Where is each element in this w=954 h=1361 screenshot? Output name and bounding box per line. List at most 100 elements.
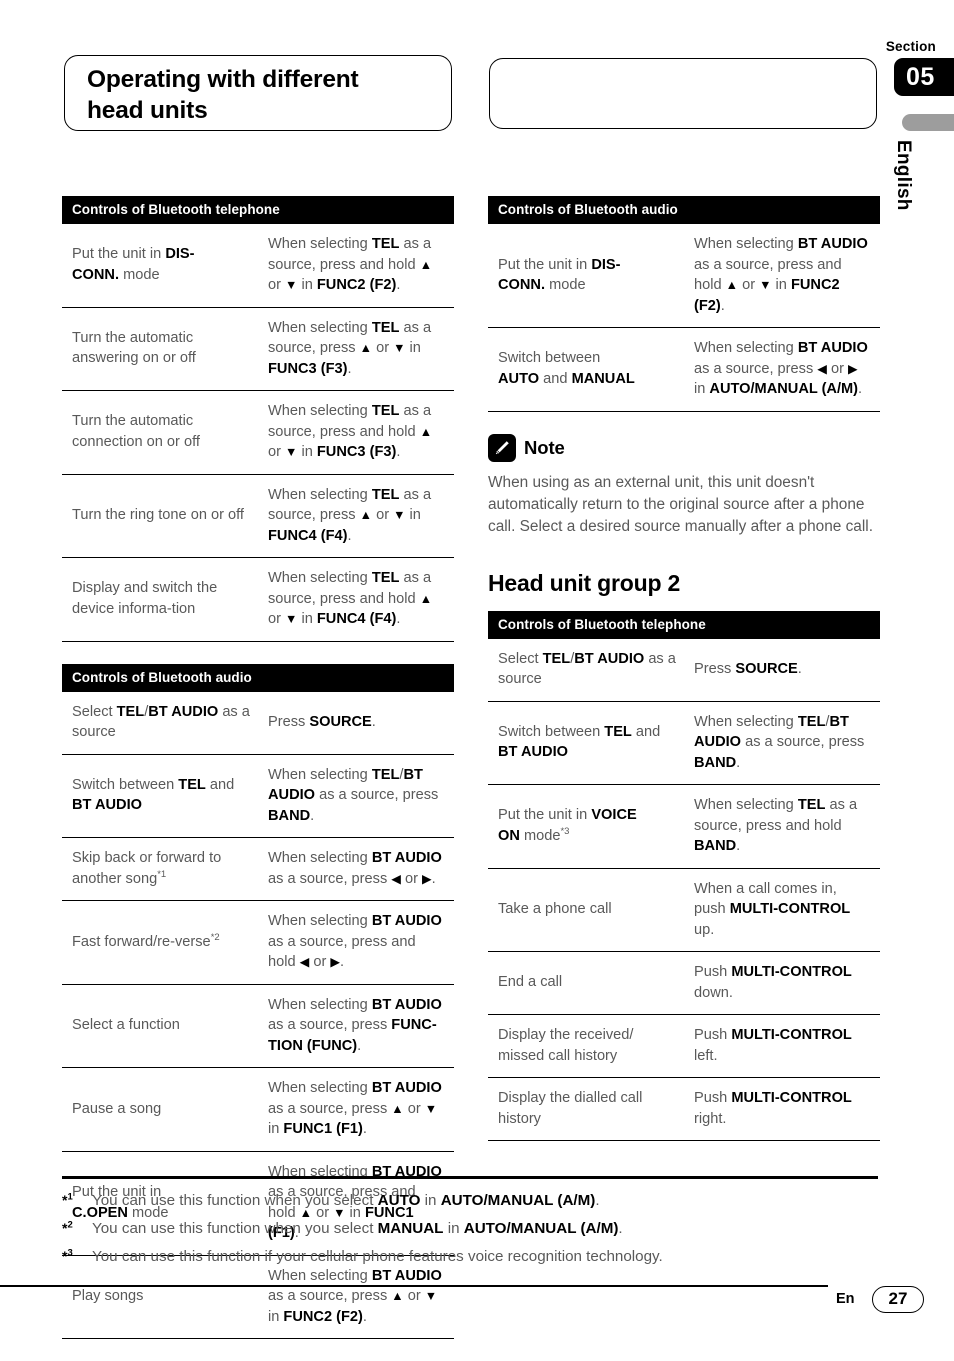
- control-action-cell: End a call: [488, 951, 684, 1015]
- control-operation-cell: When selecting BT AUDIO as a source, pre…: [258, 837, 454, 901]
- emphasis-text: BT AUDIO: [371, 996, 442, 1013]
- emphasis-text: TEL: [371, 236, 400, 252]
- control-action-cell: Fast forward/re-verse*2: [62, 900, 258, 985]
- direction-arrow-icon: ▲: [419, 591, 433, 606]
- emphasis-text: TEL: [542, 650, 571, 667]
- emphasis-text: BT AUDIO: [694, 713, 849, 751]
- table-header-row: Controls of Bluetooth telephone: [62, 196, 454, 224]
- table-body: Controls of Bluetooth telephone: [62, 196, 454, 224]
- control-operation-cell: When selecting TEL as a source, press an…: [258, 557, 454, 642]
- emphasis-text: DIS-: [591, 256, 621, 273]
- direction-arrow-icon: ◀: [817, 361, 827, 376]
- control-operation-cell: When selecting TEL/BT AUDIO as a source,…: [258, 754, 454, 838]
- footnote-item: *2 You can use this function when you sel…: [62, 1216, 882, 1241]
- direction-arrow-icon: ▼: [285, 278, 298, 292]
- emphasis-text: CONN.: [72, 266, 120, 283]
- emphasis-text: FUNC4 (F4): [316, 611, 397, 627]
- table-row: Switch between TEL and BT AUDIO When sele…: [62, 754, 454, 838]
- control-operation-cell: When selecting TEL as a source, press ▲ …: [258, 307, 454, 391]
- emphasis-text: MULTI-CONTROL: [731, 1090, 852, 1106]
- emphasis-text: BAND: [268, 807, 311, 824]
- control-action-cell: Turn the automatic connection on or off: [62, 390, 258, 475]
- emphasis-text: SOURCE: [309, 713, 372, 730]
- language-label: English: [893, 140, 914, 211]
- emphasis-text: FUNC-TION (FUNC): [268, 1017, 437, 1054]
- control-operation-cell: When selecting BT AUDIO as a source, pre…: [258, 900, 454, 985]
- table-row: Switch between AUTO and MANUAL When selec…: [488, 327, 880, 412]
- direction-arrow-icon: ▲: [359, 508, 373, 522]
- table-bluetooth-telephone-right: Controls of Bluetooth telephone Select T…: [488, 610, 880, 1141]
- emphasis-text: AUTO: [377, 1192, 421, 1209]
- footnote-separator: [62, 1176, 878, 1179]
- direction-arrow-icon: ▼: [285, 612, 298, 626]
- control-operation-cell: When selecting TEL as a source, press an…: [258, 224, 454, 308]
- emphasis-text: BT AUDIO: [371, 913, 442, 929]
- direction-arrow-icon: ▲: [359, 341, 373, 355]
- table-row: Pause a song When selecting BT AUDIO as a…: [62, 1067, 454, 1152]
- footer-language-code: En: [836, 1291, 855, 1307]
- direction-arrow-icon: ▼: [285, 445, 298, 459]
- footnote-reference: *3: [560, 825, 570, 837]
- emphasis-text: ON: [498, 827, 520, 844]
- footnote-marker: *3: [62, 1247, 73, 1264]
- emphasis-text: TEL: [371, 319, 400, 336]
- emphasis-text: AUTO/MANUAL (A/M): [440, 1192, 596, 1209]
- direction-arrow-icon: ▲: [391, 1101, 404, 1116]
- direction-arrow-icon: ▲: [419, 424, 433, 439]
- table-rows: Put the unit in DIS- CONN. mode When selec…: [62, 224, 454, 642]
- direction-arrow-icon: ▼: [393, 341, 406, 355]
- section-number-chip: 05: [894, 58, 954, 96]
- emphasis-text: MULTI-CONTROL: [731, 964, 852, 980]
- table-row: Put the unit in DIS- CONN. mode When selec…: [62, 224, 454, 308]
- table-row: Turn the ring tone on or off When selecti…: [62, 474, 454, 558]
- emphasis-text: DIS-: [165, 246, 195, 263]
- control-action-cell: Switch between AUTO and MANUAL: [488, 327, 684, 412]
- chapter-title-line1: Operating with different: [87, 66, 359, 93]
- manual-page: Section 05 English Operating with differ…: [0, 0, 954, 1352]
- emphasis-text: BT AUDIO: [371, 850, 442, 866]
- emphasis-text: BAND: [694, 754, 737, 771]
- control-action-cell: Turn the automatic answering on or off: [62, 307, 258, 391]
- control-operation-cell: When a call comes in, push MULTI-CONTROL…: [684, 868, 880, 952]
- section-label: Section: [885, 39, 936, 54]
- control-action-cell: Display the received/ missed call histor…: [488, 1014, 684, 1078]
- language-tab-bar: [902, 114, 954, 131]
- control-action-cell: Pause a song: [62, 1067, 258, 1152]
- table-body: Controls of Bluetooth audio: [62, 663, 454, 692]
- emphasis-text: BT AUDIO: [148, 703, 219, 720]
- pencil-icon: [488, 433, 516, 462]
- direction-arrow-icon: ◀: [391, 871, 401, 886]
- footnote-marker: *1: [62, 1191, 73, 1208]
- control-action-cell: Select TEL/BT AUDIO as a source: [62, 691, 258, 755]
- emphasis-text: BT AUDIO: [72, 797, 142, 814]
- footnote-text: You can use this function when you selec…: [92, 1192, 600, 1209]
- emphasis-text: VOICE: [591, 807, 637, 824]
- table-bluetooth-audio-right: Controls of Bluetooth audio Put the unit…: [488, 196, 880, 412]
- emphasis-text: AUTO: [498, 370, 540, 387]
- footnote-reference: *1: [157, 868, 167, 880]
- control-action-cell: Take a phone call: [488, 868, 684, 952]
- empty-title-box: [489, 58, 877, 129]
- table-row: Fast forward/re-verse*2 When selecting BT…: [62, 900, 454, 985]
- emphasis-text: BT AUDIO: [574, 650, 645, 667]
- table-header-cell: Controls of Bluetooth audio: [62, 663, 454, 692]
- direction-arrow-icon: ◀: [299, 955, 310, 969]
- direction-arrow-icon: ▲: [391, 1289, 404, 1303]
- direction-arrow-icon: ▶: [848, 361, 858, 376]
- control-operation-cell: Push MULTI-CONTROL down.: [684, 951, 880, 1015]
- emphasis-text: TEL: [371, 766, 400, 783]
- table-row: Put the unit in DIS- CONN. mode When selec…: [488, 224, 880, 328]
- emphasis-text: BT AUDIO: [498, 744, 568, 761]
- table-body: Controls of Bluetooth telephone: [488, 610, 880, 639]
- note-block: Note When using as an external unit, thi…: [488, 433, 880, 538]
- table-row: Skip back or forward to another song*1 Wh…: [62, 837, 454, 901]
- emphasis-text: BT AUDIO: [371, 1080, 442, 1096]
- footnote-text: You can use this function when you selec…: [92, 1220, 623, 1237]
- emphasis-text: TEL: [116, 703, 145, 720]
- emphasis-text: TEL: [797, 713, 826, 730]
- emphasis-text: AUTO/MANUAL (A/M): [709, 381, 859, 397]
- control-operation-cell: When selecting TEL as a source, press an…: [684, 784, 880, 869]
- footnote-item: *3 You can use this function if your cell…: [62, 1244, 882, 1269]
- direction-arrow-icon: ▶: [330, 955, 340, 969]
- table-row: Switch between TEL and BT AUDIO When sele…: [488, 701, 880, 785]
